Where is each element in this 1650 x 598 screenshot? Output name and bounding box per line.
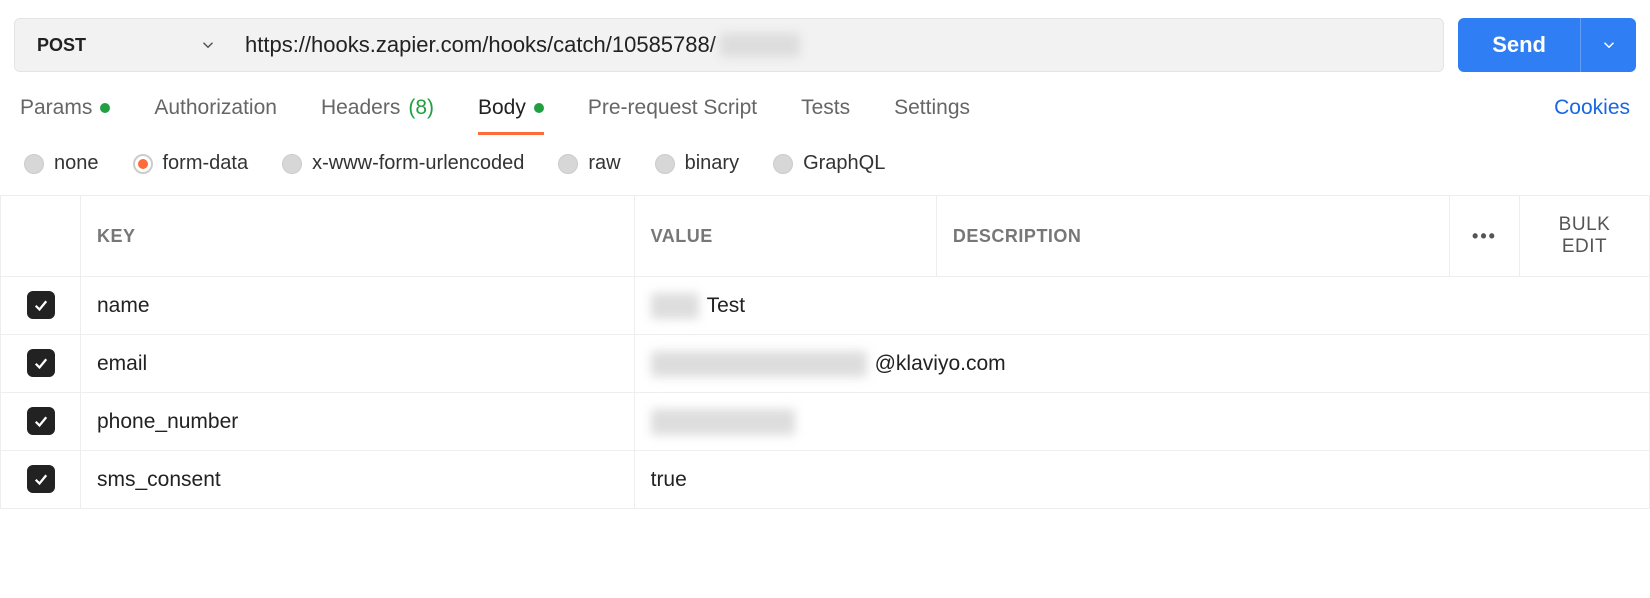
table-row: email xxxxxxxxxxxxxxxxxx @klaviyo.com bbox=[1, 335, 1650, 393]
http-method-label: POST bbox=[37, 35, 86, 56]
tab-headers[interactable]: Headers (8) bbox=[321, 96, 434, 134]
radio-icon bbox=[133, 154, 153, 174]
value-text: true bbox=[651, 468, 687, 492]
url-visible-part: https://hooks.zapier.com/hooks/catch/105… bbox=[245, 32, 716, 58]
check-icon bbox=[27, 465, 55, 493]
tab-body[interactable]: Body bbox=[478, 96, 544, 134]
tab-tests[interactable]: Tests bbox=[801, 96, 850, 134]
value-cell[interactable]: xxxxxxxxxxxxxxxxxx @klaviyo.com bbox=[634, 335, 1649, 393]
col-key: KEY bbox=[81, 196, 635, 277]
radio-icon bbox=[655, 154, 675, 174]
key-cell[interactable]: name bbox=[81, 277, 635, 335]
check-icon bbox=[27, 407, 55, 435]
radio-icon bbox=[773, 154, 793, 174]
redacted-value: xxxxxxxxxxxx bbox=[651, 409, 795, 435]
tab-settings[interactable]: Settings bbox=[894, 96, 970, 134]
value-text: @klaviyo.com bbox=[875, 352, 1006, 376]
http-method-select[interactable]: POST bbox=[15, 19, 235, 71]
check-icon bbox=[27, 349, 55, 377]
send-dropdown-button[interactable] bbox=[1580, 18, 1636, 72]
key-cell[interactable]: email bbox=[81, 335, 635, 393]
body-type-none[interactable]: none bbox=[24, 152, 99, 175]
col-value: VALUE bbox=[634, 196, 936, 277]
body-type-raw[interactable]: raw bbox=[558, 152, 620, 175]
columns-options-button[interactable]: ••• bbox=[1450, 196, 1520, 277]
row-checkbox[interactable] bbox=[1, 335, 81, 393]
key-cell[interactable]: phone_number bbox=[81, 393, 635, 451]
table-row: nameXXXX Test bbox=[1, 277, 1650, 335]
cookies-link[interactable]: Cookies bbox=[1554, 96, 1630, 134]
radio-icon bbox=[558, 154, 578, 174]
request-line: POST https://hooks.zapier.com/hooks/catc… bbox=[14, 18, 1444, 72]
check-icon bbox=[27, 291, 55, 319]
tab-authorization[interactable]: Authorization bbox=[154, 96, 277, 134]
chevron-down-icon bbox=[1600, 36, 1618, 54]
body-type-selector: none form-data x-www-form-urlencoded raw… bbox=[0, 134, 1650, 195]
col-description: DESCRIPTION bbox=[936, 196, 1449, 277]
value-text: Test bbox=[707, 294, 746, 318]
value-cell[interactable]: XXXX Test bbox=[634, 277, 1649, 335]
body-type-urlencoded[interactable]: x-www-form-urlencoded bbox=[282, 152, 524, 175]
url-input[interactable]: https://hooks.zapier.com/hooks/catch/105… bbox=[235, 32, 1443, 58]
value-cell[interactable]: true bbox=[634, 451, 1649, 509]
table-row: phone_number xxxxxxxxxxxx bbox=[1, 393, 1650, 451]
url-redacted-part: xxxxxx bbox=[720, 33, 800, 57]
tab-prerequest-script[interactable]: Pre-request Script bbox=[588, 96, 757, 134]
redacted-value: XXXX bbox=[651, 293, 699, 319]
value-cell[interactable]: xxxxxxxxxxxx bbox=[634, 393, 1649, 451]
key-cell[interactable]: sms_consent bbox=[81, 451, 635, 509]
request-tabs: Params Authorization Headers (8) Body Pr… bbox=[0, 82, 1650, 134]
tab-params[interactable]: Params bbox=[20, 96, 110, 134]
body-type-binary[interactable]: binary bbox=[655, 152, 739, 175]
row-checkbox[interactable] bbox=[1, 277, 81, 335]
body-type-graphql[interactable]: GraphQL bbox=[773, 152, 885, 175]
body-active-dot-icon bbox=[534, 103, 544, 113]
send-button[interactable]: Send bbox=[1458, 18, 1580, 72]
body-type-formdata[interactable]: form-data bbox=[133, 152, 249, 175]
redacted-value: xxxxxxxxxxxxxxxxxx bbox=[651, 351, 867, 377]
radio-icon bbox=[24, 154, 44, 174]
formdata-table: KEY VALUE DESCRIPTION ••• Bulk Edit name… bbox=[0, 195, 1650, 509]
row-checkbox[interactable] bbox=[1, 393, 81, 451]
chevron-down-icon bbox=[199, 36, 217, 54]
bulk-edit-button[interactable]: Bulk Edit bbox=[1520, 196, 1650, 277]
radio-icon bbox=[282, 154, 302, 174]
table-row: sms_consent true bbox=[1, 451, 1650, 509]
params-active-dot-icon bbox=[100, 103, 110, 113]
headers-count: (8) bbox=[408, 96, 434, 120]
row-checkbox[interactable] bbox=[1, 451, 81, 509]
